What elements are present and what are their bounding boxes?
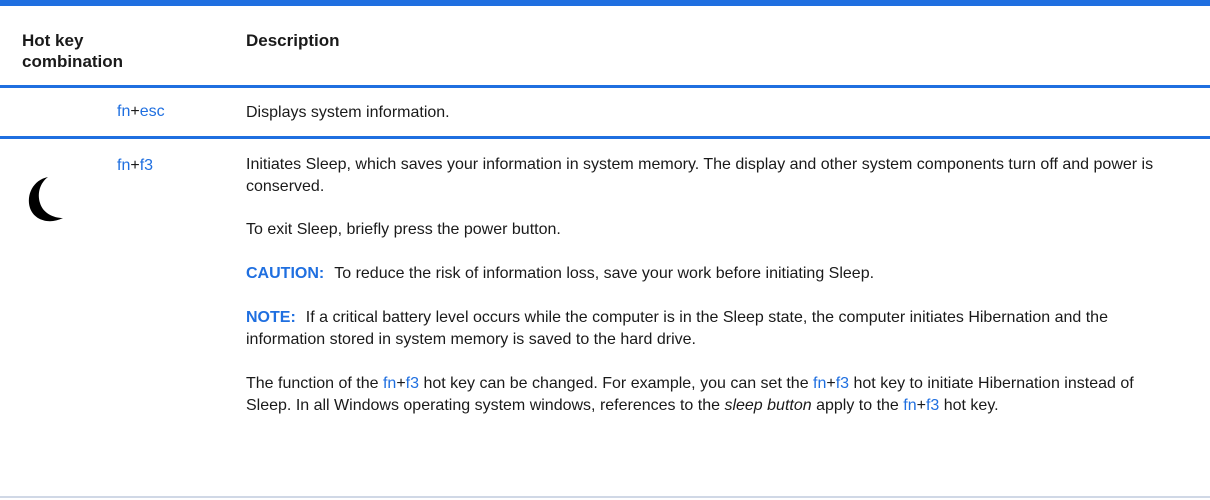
key-fn: fn	[382, 375, 397, 392]
description-text: Displays system information.	[246, 104, 450, 121]
moon-icon	[28, 177, 63, 222]
key-fn: fn	[117, 157, 131, 174]
key-esc: esc	[139, 103, 165, 120]
description-paragraph: The function of the fn+f3 hot key can be…	[246, 373, 1176, 417]
table-header: Hot key combination Description	[0, 6, 1210, 88]
key-plus: +	[130, 157, 140, 174]
table-row: fn+f3 Initiates Sleep, which saves your …	[0, 139, 1210, 498]
key-plus: +	[396, 375, 406, 392]
header-description: Description	[246, 31, 340, 50]
caution-paragraph: CAUTION: To reduce the risk of informatio…	[246, 263, 1176, 285]
key-f3: f3	[925, 397, 940, 414]
text-segment: hot key can be changed. For example, you…	[419, 375, 814, 392]
caution-text: To reduce the risk of information loss, …	[334, 265, 875, 282]
header-hotkey: Hot key combination	[22, 31, 124, 71]
text-segment: apply to the	[811, 397, 904, 414]
italic-term: sleep button	[724, 397, 812, 414]
key-f3: f3	[405, 375, 420, 392]
hotkey-fn-esc: fn+esc	[117, 102, 165, 122]
key-f3: f3	[139, 157, 154, 174]
key-fn: fn	[813, 375, 827, 392]
text-segment: The function of the	[246, 375, 383, 392]
key-fn: fn	[903, 397, 917, 414]
description-paragraph: Initiates Sleep, which saves your inform…	[246, 156, 1154, 195]
table-row: fn+esc Displays system information.	[0, 88, 1210, 139]
note-paragraph: NOTE: If a critical battery level occurs …	[246, 307, 1176, 351]
key-fn: fn	[117, 103, 131, 120]
note-label: NOTE:	[246, 309, 296, 326]
key-f3: f3	[835, 375, 850, 392]
key-plus: +	[916, 397, 926, 414]
note-text: If a critical battery level occurs while…	[246, 309, 1108, 348]
caution-label: CAUTION:	[246, 265, 325, 282]
hotkey-table: Hot key combination Description fn+esc D…	[0, 0, 1210, 498]
hotkey-fn-f3: fn+f3	[117, 156, 153, 176]
key-plus: +	[826, 375, 836, 392]
text-segment: hot key.	[939, 397, 999, 414]
description-paragraph: To exit Sleep, briefly press the power b…	[246, 221, 561, 238]
key-plus: +	[130, 103, 140, 120]
